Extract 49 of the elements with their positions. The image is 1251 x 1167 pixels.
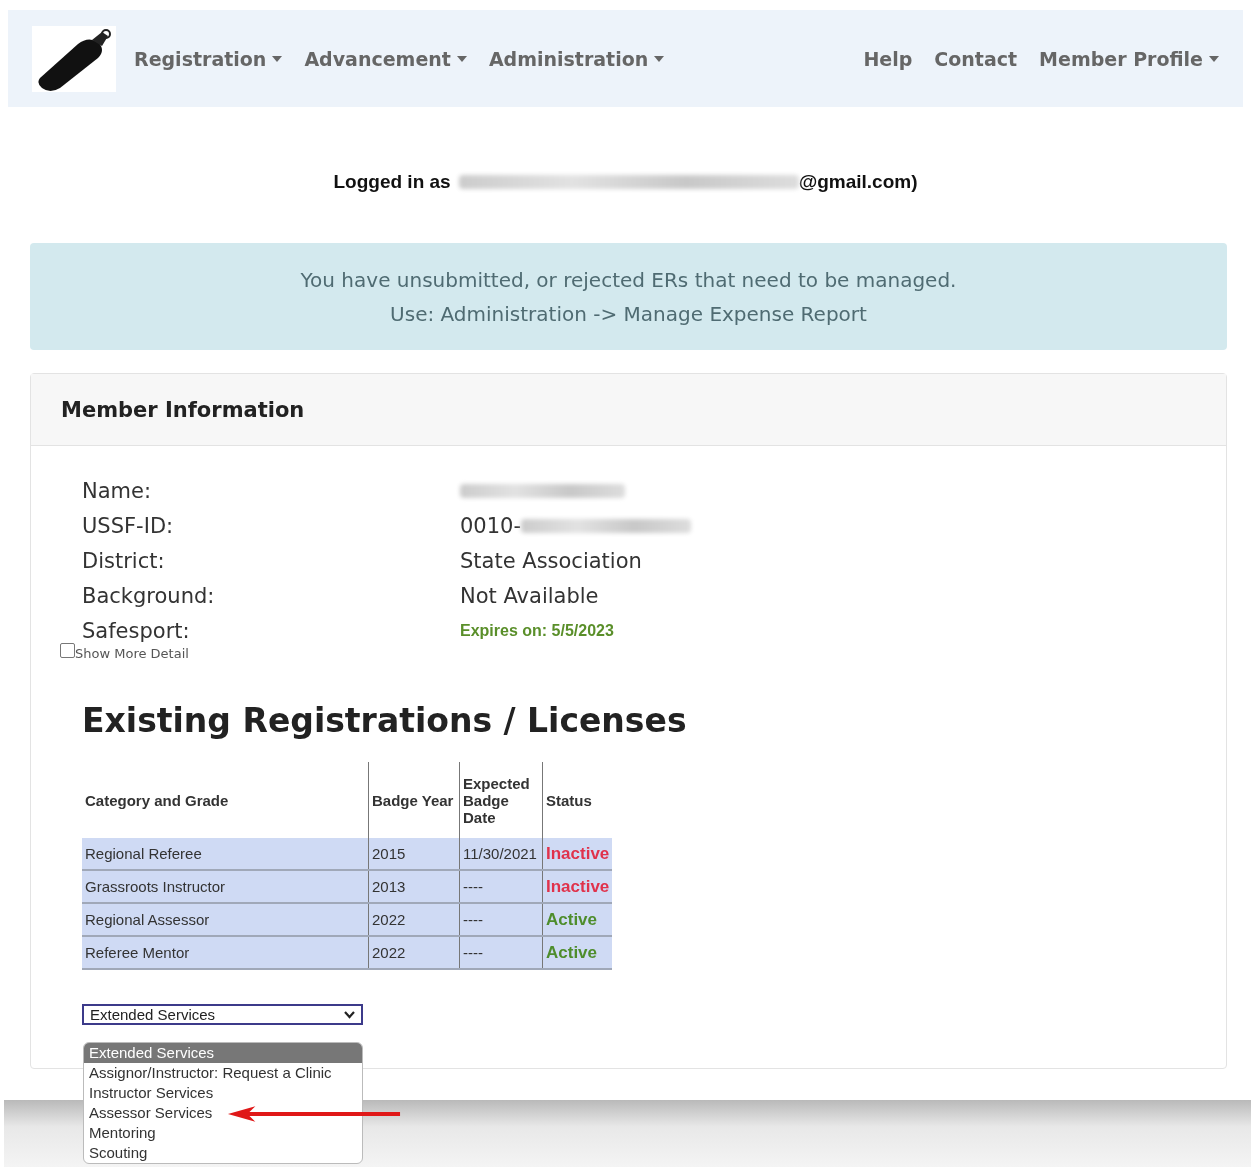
field-label: USSF-ID: bbox=[82, 513, 174, 539]
checkbox-label: Show More Detail bbox=[75, 646, 189, 661]
login-email-domain: @gmail.com) bbox=[798, 171, 918, 193]
table-cell: Grassroots Instructor bbox=[82, 870, 369, 903]
nav-menu[interactable]: Contact bbox=[934, 47, 1018, 70]
dropdown-option[interactable]: Assessor Services bbox=[84, 1103, 218, 1123]
services-dropdown[interactable]: Extended Services bbox=[82, 1004, 363, 1025]
table-cell: 2022 bbox=[368, 903, 460, 936]
table-cell: ---- bbox=[459, 936, 543, 969]
table-cell: Regional Assessor bbox=[82, 903, 369, 936]
field-label: Background: bbox=[82, 583, 215, 609]
nav-menu[interactable]: Administration bbox=[488, 47, 665, 70]
table-cell: 2022 bbox=[368, 936, 460, 969]
card-title: Member Information bbox=[31, 374, 1226, 446]
table-cell: ---- bbox=[459, 903, 543, 936]
login-text: Logged in as bbox=[333, 171, 451, 193]
field-value: Not Available bbox=[460, 583, 600, 609]
table-cell: Referee Mentor bbox=[82, 936, 369, 969]
table-cell: 11/30/2021 bbox=[459, 838, 543, 870]
alert-text: You have unsubmitted, or rejected ERs that need to be managed. bbox=[300, 266, 957, 294]
section-heading: Existing Registrations / Licenses bbox=[82, 701, 688, 740]
column-header: Category and Grade bbox=[82, 762, 369, 838]
dropdown-option[interactable]: Scouting bbox=[84, 1143, 153, 1163]
dropdown-option[interactable]: Mentoring bbox=[84, 1123, 161, 1143]
alert-text: Use: Administration -> Manage Expense Report bbox=[390, 300, 867, 328]
table-cell: Regional Referee bbox=[82, 838, 369, 870]
table-cell: ---- bbox=[459, 870, 543, 903]
nav-menu[interactable]: Registration bbox=[134, 47, 283, 70]
nav-menu[interactable]: Advancement bbox=[304, 47, 467, 70]
field-label: Name: bbox=[82, 478, 152, 504]
field-label: Safesport: bbox=[82, 618, 190, 644]
chevron-icon bbox=[344, 1010, 355, 1019]
checkbox[interactable] bbox=[60, 643, 75, 658]
dropdown-option[interactable]: Extended Services bbox=[84, 1043, 362, 1063]
nav-menu[interactable]: Help bbox=[863, 47, 913, 70]
status-text: Inactive bbox=[546, 876, 610, 896]
dropdown-option[interactable]: Assignor/Instructor: Request a Clinic bbox=[84, 1063, 337, 1083]
table-cell: 2013 bbox=[368, 870, 460, 903]
whistle-logo-icon[interactable] bbox=[32, 25, 116, 92]
table-cell: 2015 bbox=[368, 838, 460, 870]
field-value: Expires on: 5/5/2023 bbox=[460, 621, 615, 641]
field-value: State Association bbox=[460, 548, 643, 574]
status-text: Active bbox=[546, 909, 598, 929]
status-text: Active bbox=[546, 942, 598, 962]
field-value: 0010- bbox=[460, 514, 522, 538]
nav-menu[interactable]: Member Profile bbox=[1039, 47, 1219, 70]
field-label: District: bbox=[82, 548, 165, 574]
status-text: Inactive bbox=[546, 843, 610, 863]
dropdown-option[interactable]: Instructor Services bbox=[84, 1083, 219, 1103]
